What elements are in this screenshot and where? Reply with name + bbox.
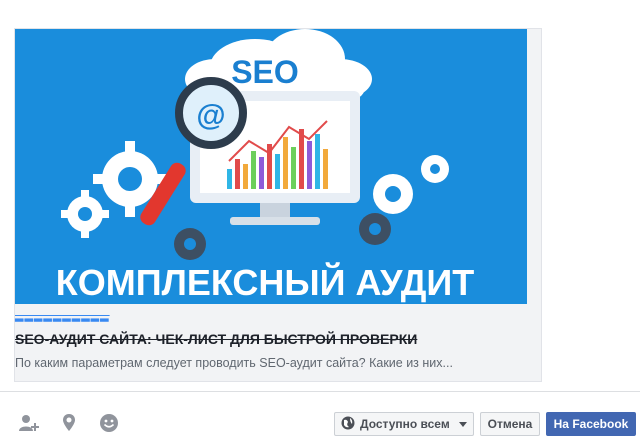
link-preview-card[interactable]: SEO @ КОМПЛЕКСНЫЙ АУДИТ ▂▂▂▂▂▂▂▂▂▂ SEO-А… bbox=[14, 28, 542, 382]
tag-friends-icon[interactable] bbox=[14, 408, 44, 438]
privacy-label: Доступно всем bbox=[360, 417, 450, 431]
image-caption-text: КОМПЛЕКСНЫЙ АУДИТ bbox=[56, 261, 474, 303]
location-pin-icon[interactable] bbox=[54, 408, 84, 438]
link-description: По каким параметрам следует проводить SE… bbox=[15, 356, 453, 370]
at-sign-icon: @ bbox=[196, 99, 225, 132]
link-title[interactable]: SEO-АУДИТ САЙТА: ЧЕК-ЛИСТ ДЛЯ БЫСТРОЙ ПР… bbox=[15, 331, 535, 347]
footer-divider bbox=[0, 391, 640, 392]
seo-badge-text: SEO bbox=[231, 54, 299, 90]
cancel-button[interactable]: Отмена bbox=[480, 412, 540, 436]
feeling-smiley-icon[interactable] bbox=[94, 408, 124, 438]
source-domain-redacted: ▂▂▂▂▂▂▂▂▂▂ bbox=[15, 310, 110, 322]
link-preview-image[interactable]: SEO @ КОМПЛЕКСНЫЙ АУДИТ bbox=[15, 29, 527, 304]
globe-icon bbox=[341, 416, 355, 433]
chevron-down-icon bbox=[459, 417, 467, 431]
privacy-selector-button[interactable]: Доступно всем bbox=[334, 412, 474, 436]
share-to-facebook-button[interactable]: На Facebook bbox=[546, 412, 636, 436]
